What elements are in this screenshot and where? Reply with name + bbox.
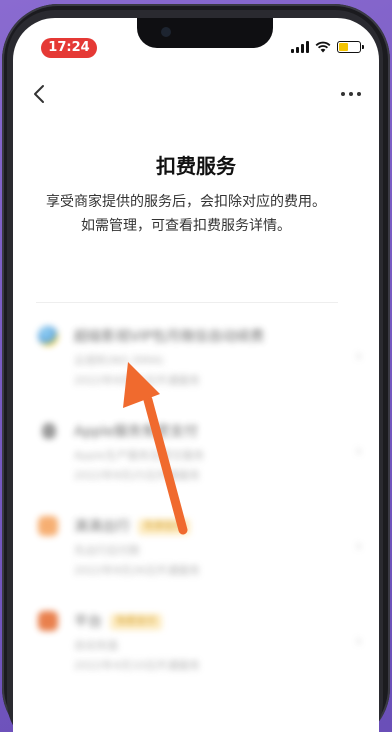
- wifi-icon: [315, 41, 331, 53]
- divider: [36, 302, 338, 303]
- service-title: Apple服务免密支付: [74, 424, 198, 440]
- service-badge: 免密支付: [110, 614, 162, 630]
- back-button[interactable]: [25, 80, 53, 108]
- service-merchant: 先出行后付款: [74, 544, 140, 557]
- page-description: 享受商家提供的服务后，会扣除对应的费用。如需管理，可查看扣费服务详情。: [46, 194, 326, 234]
- service-merchant: 自动充值: [74, 639, 118, 652]
- status-icons: [291, 40, 364, 54]
- service-badge: 先享后付: [138, 519, 190, 535]
- service-title: 滴滴出行 先享后付: [74, 516, 190, 536]
- service-date: 2022年9月25日开通服务: [74, 469, 200, 482]
- chevron-right-icon: ›: [355, 346, 362, 365]
- chevron-right-icon: ›: [355, 631, 362, 650]
- didi-logo-icon: [38, 516, 58, 536]
- nav-bar: [13, 76, 379, 112]
- service-item[interactable]: 超级影视VIP包月微信自动续费 云视听(NO.3994) 2022年9月25日开…: [0, 310, 392, 405]
- service-title: 平台 免密支付: [74, 611, 162, 631]
- battery-fill: [339, 43, 348, 51]
- service-item[interactable]: 滴滴出行 先享后付 先出行后付款 2022年9月26日开通服务 ›: [0, 500, 392, 595]
- service-date: 2022年9月26日开通服务: [74, 564, 200, 577]
- service-item[interactable]: 平台 免密支付 自动充值 2022年4月10日开通服务 ›: [0, 595, 392, 690]
- more-dots-icon: [341, 92, 361, 96]
- merchant-logo-icon: [38, 611, 58, 631]
- page-title: 扣费服务: [156, 154, 236, 178]
- service-item[interactable]: Apple服务免密支付 Apple生产服务及提交服务 2022年9月25日开通服…: [0, 405, 392, 500]
- cellular-signal-icon: [291, 41, 309, 53]
- more-button[interactable]: [335, 80, 367, 108]
- service-merchant: 云视听(NO.3994): [74, 354, 164, 367]
- battery-icon: [337, 41, 364, 53]
- front-camera: [161, 27, 171, 37]
- chevron-left-icon: [34, 85, 44, 103]
- service-title: 超级影视VIP包月微信自动续费: [74, 329, 265, 345]
- service-merchant: Apple生产服务及提交服务: [74, 449, 205, 462]
- service-title-text: 滴滴出行: [74, 519, 130, 535]
- service-logo-icon: [38, 326, 58, 346]
- service-list: 超级影视VIP包月微信自动续费 云视听(NO.3994) 2022年9月25日开…: [0, 310, 392, 690]
- chevron-right-icon: ›: [355, 441, 362, 460]
- chevron-right-icon: ›: [355, 536, 362, 555]
- apple-logo-icon: [42, 423, 56, 439]
- notch: [137, 18, 273, 48]
- service-date: 2022年9月25日开通服务: [74, 374, 200, 387]
- service-date: 2022年4月10日开通服务: [74, 659, 200, 672]
- service-title-text: 平台: [74, 614, 102, 630]
- status-time: 17:24: [41, 38, 97, 58]
